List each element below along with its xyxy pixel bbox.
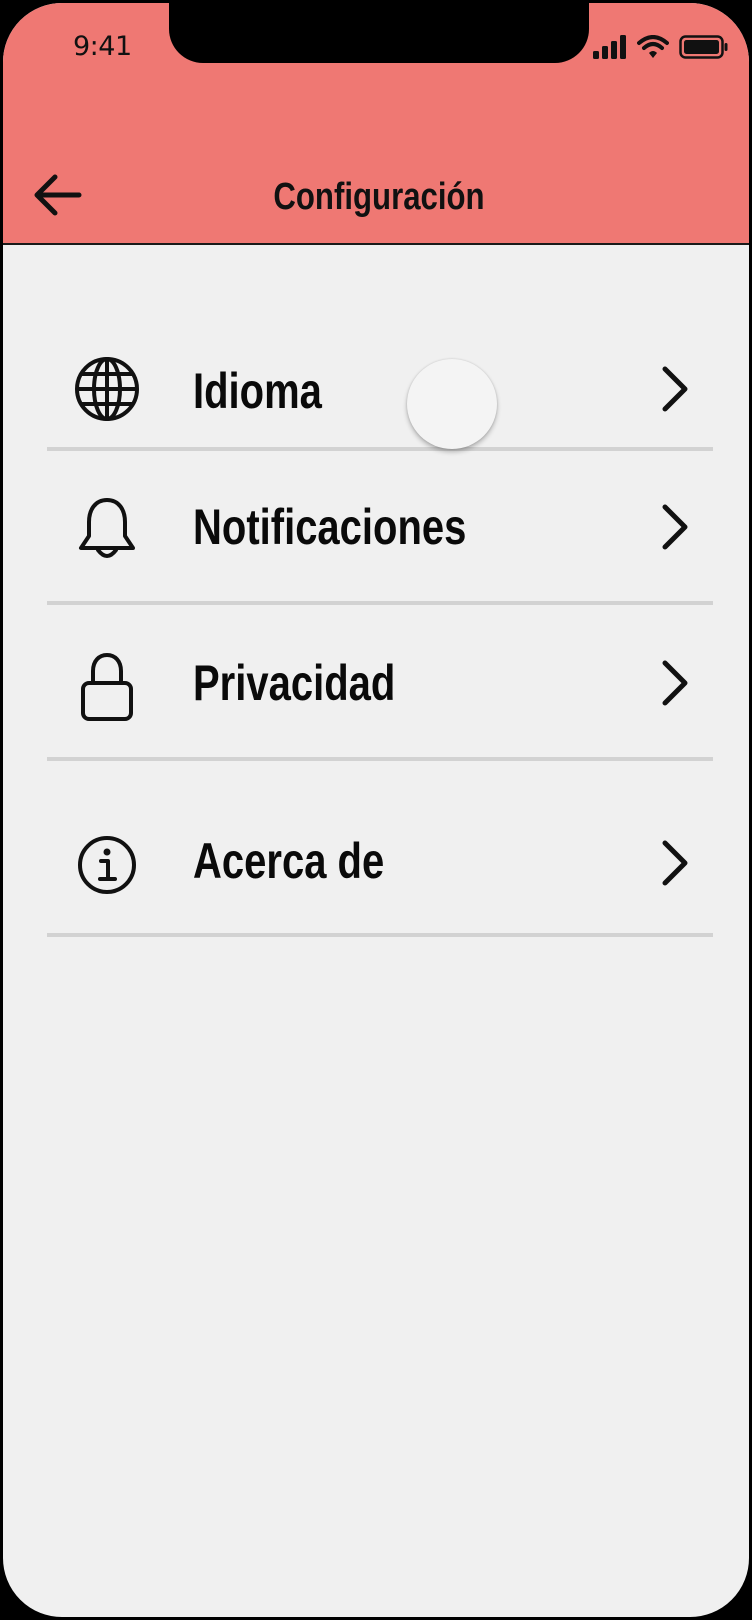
chevron-right-icon	[655, 501, 695, 553]
settings-item-label: Notificaciones	[193, 499, 467, 555]
lock-icon	[73, 652, 141, 721]
chevron-right-icon	[655, 657, 695, 709]
bell-icon	[73, 495, 141, 563]
cellular-signal-icon	[593, 35, 627, 64]
touch-indicator	[407, 359, 497, 449]
device-notch	[169, 3, 589, 63]
settings-list: Idioma Notificaciones Privacidad Acerca …	[47, 333, 713, 937]
battery-icon	[679, 35, 729, 64]
page-title: Configuración	[273, 176, 485, 218]
app-header: 9:41 Configuración	[3, 3, 749, 245]
settings-item-label: Privacidad	[193, 655, 396, 711]
settings-item-label: Idioma	[193, 363, 322, 419]
settings-item-notificaciones[interactable]: Notificaciones	[47, 451, 713, 605]
status-icons	[593, 35, 729, 64]
status-time: 9:41	[73, 31, 132, 62]
settings-item-idioma[interactable]: Idioma	[47, 333, 713, 451]
chevron-right-icon	[655, 837, 695, 889]
phone-screen: 9:41 Configuración Idioma Notificaciones…	[0, 0, 752, 1620]
chevron-right-icon	[655, 363, 695, 415]
settings-item-label: Acerca de	[193, 833, 385, 889]
wifi-icon	[637, 35, 669, 64]
globe-icon	[73, 355, 141, 423]
settings-item-privacidad[interactable]: Privacidad	[47, 605, 713, 761]
settings-item-acerca-de[interactable]: Acerca de	[47, 761, 713, 937]
info-icon	[73, 831, 141, 899]
